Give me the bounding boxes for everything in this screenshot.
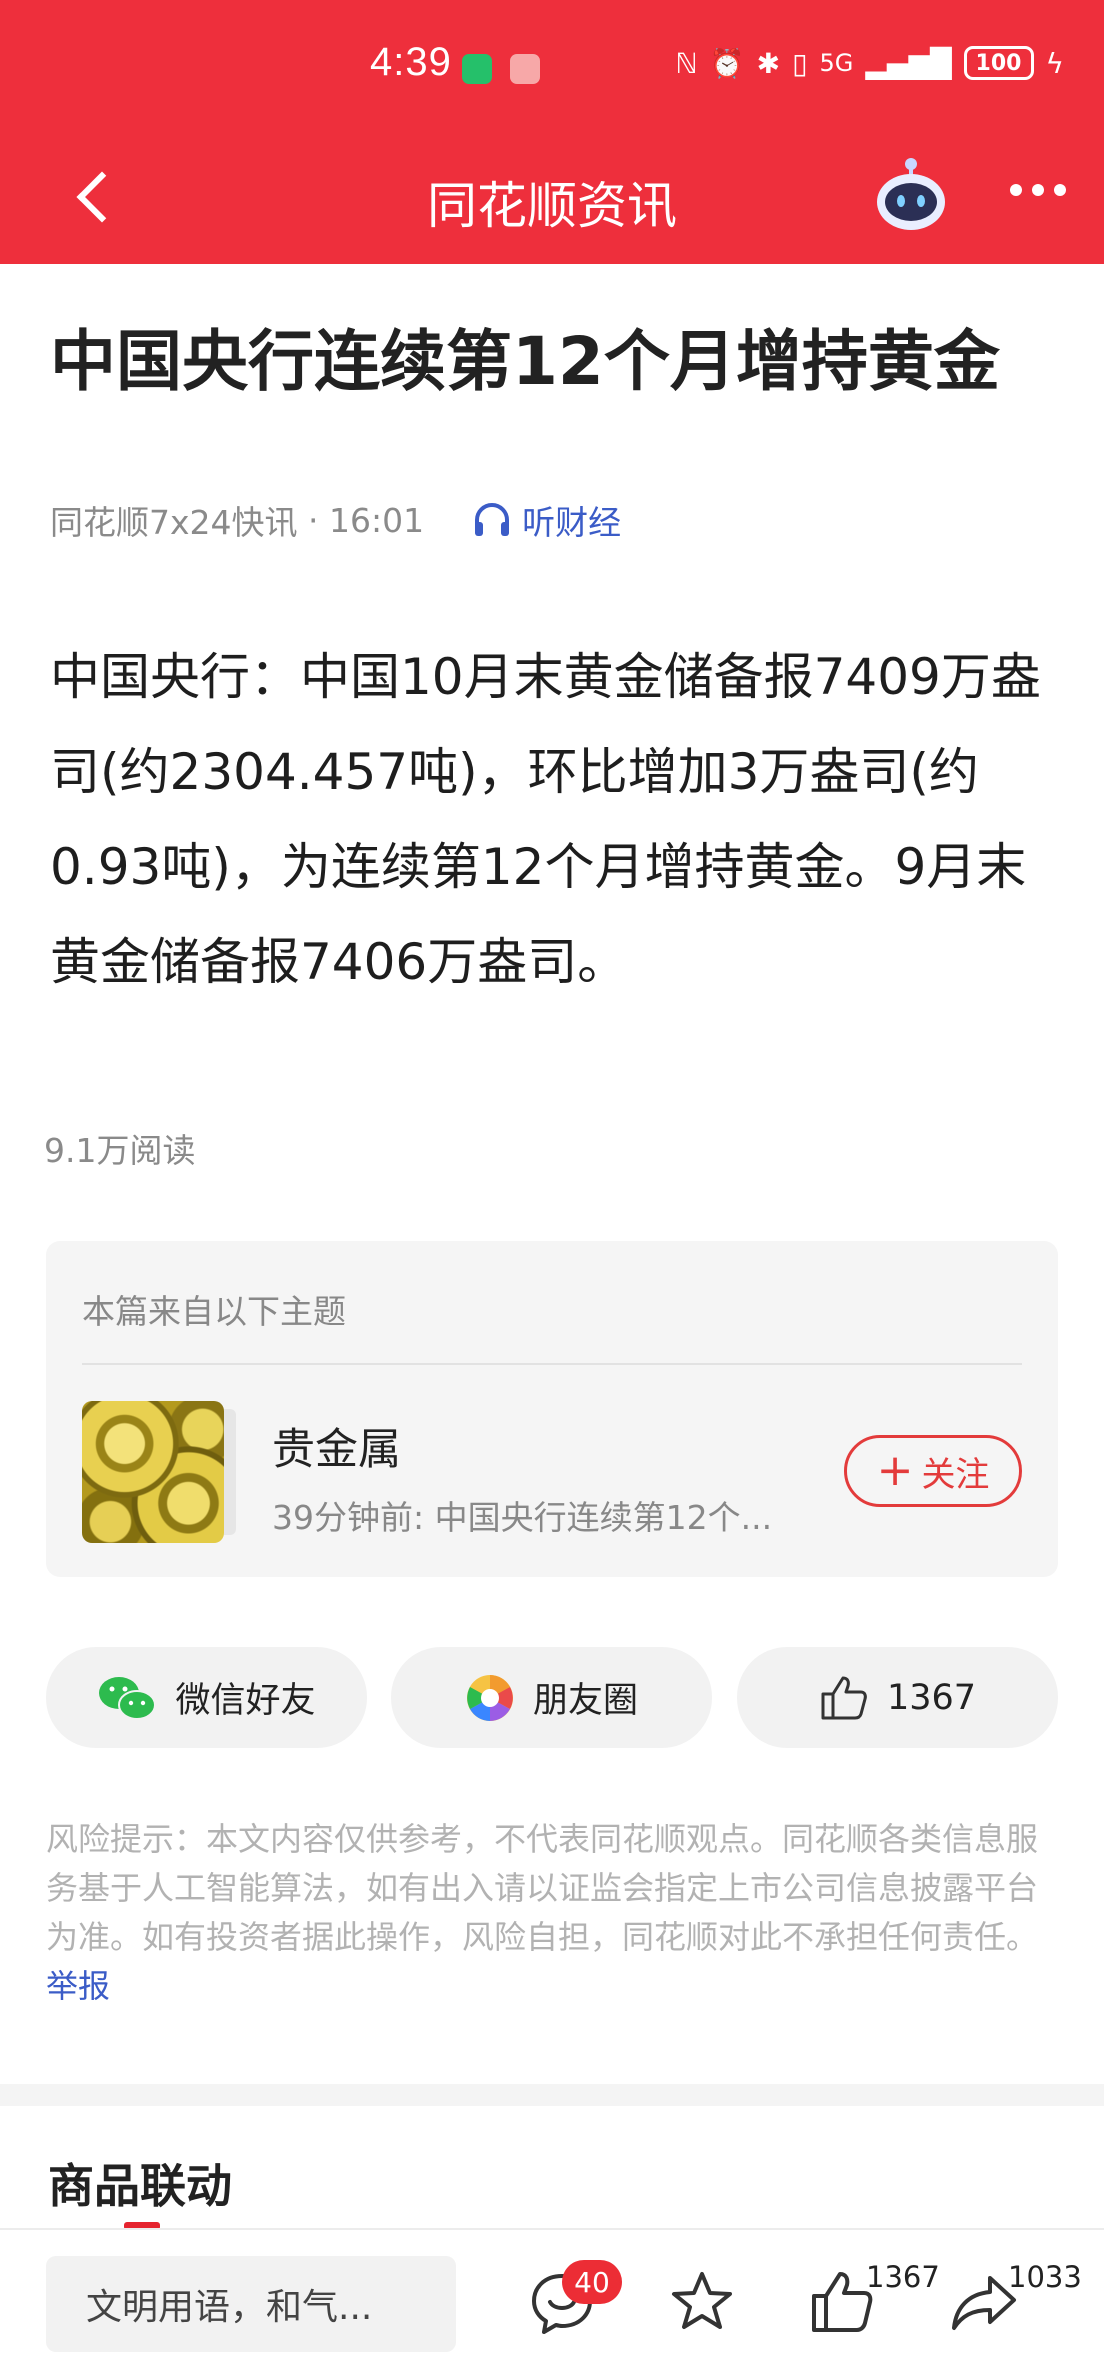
report-link[interactable]: 举报 [46, 1967, 110, 2005]
read-count: 9.1万阅读 [44, 1131, 196, 1170]
listen-label: 听财经 [522, 503, 622, 542]
app-screen: 4:39 ℕ ⏰ ✱ ▯ 5G ▂▄▆█ 100 ϟ 同花顺资讯 中国央行连续第… [0, 0, 1104, 2376]
favorite-button[interactable] [666, 2266, 738, 2338]
bottom-like-count: 1367 [866, 2260, 940, 2294]
thumb-up-icon [821, 1676, 867, 1719]
star-icon [672, 2272, 732, 2329]
risk-disclaimer: 风险提示：本文内容仅供参考，不代表同花顺观点。同花顺各类信息服务基于人工智能算法… [46, 1815, 1066, 2011]
wechat-icon [99, 1676, 157, 1720]
charging-icon: ϟ [1045, 46, 1064, 80]
section-separator [0, 2084, 1104, 2106]
follow-label: 关注 [921, 1454, 990, 1495]
share-wechat-button[interactable]: 微信好友 [46, 1647, 367, 1748]
more-icon [1010, 184, 1022, 196]
status-bar: 4:39 ℕ ⏰ ✱ ▯ 5G ▂▄▆█ 100 ϟ [0, 0, 1104, 132]
plus-icon: + [876, 1445, 914, 1496]
top-nav-bar: 同花顺资讯 [0, 132, 1104, 264]
robot-icon [877, 158, 945, 230]
section-title: 商品联动 [48, 2159, 232, 2213]
like-button[interactable]: 1367 [737, 1647, 1058, 1748]
disclaimer-text: 风险提示：本文内容仅供参考，不代表同花顺观点。同花顺各类信息服务基于人工智能算法… [46, 1820, 1039, 1956]
like-count: 1367 [886, 1677, 977, 1718]
vibrate-icon: ▯ [792, 46, 808, 80]
moments-icon [466, 1674, 513, 1721]
article-title: 中国央行连续第12个月增持黄金 [50, 323, 1000, 400]
meta-dot: · [297, 500, 330, 540]
topic-card[interactable]: 本篇来自以下主题 贵金属 39分钟前: 中国央行连续第12个... + 关注 [46, 1241, 1058, 1577]
headphone-icon [475, 503, 510, 536]
alarm-icon: ⏰ [709, 46, 745, 80]
network-type: 5G [819, 49, 854, 77]
topic-subtitle: 39分钟前: 中国央行连续第12个... [272, 1498, 773, 1537]
status-icons: ℕ ⏰ ✱ ▯ 5G ▂▄▆█ 100 ϟ [675, 46, 1064, 80]
thumb-stack-shadow [224, 1409, 236, 1535]
comment-input[interactable]: 文明用语，和气... [46, 2256, 456, 2352]
topic-name: 贵金属 [272, 1425, 401, 1475]
wechat-label: 微信好友 [175, 1681, 316, 1721]
article-time: 16:01 [329, 500, 425, 540]
bluetooth-icon: ✱ [756, 46, 781, 80]
article-source: 同花顺7x24快讯 [50, 503, 298, 542]
topic-thumbnail [82, 1401, 224, 1543]
more-button[interactable] [1010, 184, 1066, 196]
topic-heading: 本篇来自以下主题 [82, 1292, 346, 1331]
app-notification-icon [462, 54, 492, 84]
signal-icon: ▂▄▆█ [865, 46, 952, 80]
moments-label: 朋友圈 [532, 1681, 638, 1721]
status-time: 4:39 [370, 40, 452, 84]
comment-count-badge: 40 [562, 2260, 622, 2304]
assistant-button[interactable] [874, 154, 948, 234]
article-meta: 同花顺7x24快讯 · 16:01 听财经 [50, 496, 621, 544]
divider [82, 1363, 1022, 1365]
book-notification-icon [510, 54, 540, 84]
nfc-icon: ℕ [675, 46, 698, 80]
battery-indicator: 100 [963, 46, 1034, 80]
article-body: 中国央行：中国10月末黄金储备报7409万盎司(约2304.457吨)，环比增加… [50, 648, 1041, 991]
share-moments-button[interactable]: 朋友圈 [391, 1647, 712, 1748]
share-count: 1033 [1008, 2260, 1082, 2294]
follow-button[interactable]: + 关注 [844, 1435, 1022, 1507]
bottom-action-bar: 文明用语，和气... 40 1367 1033 [0, 2228, 1104, 2376]
listen-button[interactable]: 听财经 [472, 496, 621, 544]
